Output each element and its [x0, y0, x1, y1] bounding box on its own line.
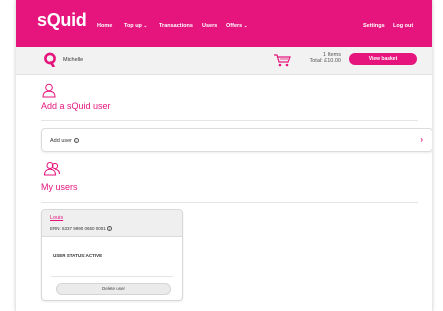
view-basket-button[interactable]: View basket — [349, 53, 417, 65]
top-header: sQuid Home Top up ⌄ Transactions Users O… — [16, 0, 432, 47]
basket-total: Total: £10.00 — [309, 58, 342, 65]
squid-logo[interactable]: sQuid — [37, 10, 87, 31]
nav-offers-label: Offers — [226, 23, 243, 29]
chevron-right-icon[interactable]: › — [420, 135, 423, 144]
nav-offers[interactable]: Offers ⌄ — [226, 23, 248, 29]
nav-users[interactable]: Users — [202, 23, 217, 29]
delete-user-button[interactable]: Delete user — [56, 283, 171, 295]
divider — [41, 120, 418, 121]
chevron-down-icon: ⌄ — [143, 23, 148, 28]
user-bar: Michelle 1 Items Total: £10.00 View bask… — [16, 47, 432, 75]
squid-q-icon — [44, 52, 56, 67]
basket-icon[interactable] — [273, 53, 291, 67]
add-user-label: Add user i — [50, 138, 79, 144]
nav-transactions[interactable]: Transactions — [159, 23, 193, 29]
user-card: Louis ERN: 6337 9990 0650 0001 i USER ST… — [41, 209, 183, 301]
add-user-row[interactable]: Add user i › — [41, 128, 432, 152]
my-users-title: My users — [41, 182, 78, 192]
user-ern-text: ERN: 6337 9990 0650 0001 — [50, 226, 106, 231]
nav-home[interactable]: Home — [97, 23, 112, 29]
user-card-header: Louis ERN: 6337 9990 0650 0001 i — [42, 210, 182, 237]
add-user-icon — [42, 83, 56, 98]
chevron-down-icon: ⌄ — [243, 23, 248, 28]
page: sQuid Home Top up ⌄ Transactions Users O… — [15, 0, 433, 311]
user-name-link[interactable]: Louis — [50, 215, 63, 221]
nav-logout[interactable]: Log out — [393, 23, 413, 29]
divider — [41, 202, 418, 203]
user-name: Michelle — [63, 57, 84, 63]
info-icon[interactable]: i — [107, 226, 113, 232]
add-user-title: Add a sQuid user — [41, 101, 111, 111]
user-status: USER STATUS:ACTIVE — [53, 253, 103, 258]
divider — [51, 276, 173, 277]
nav-topup[interactable]: Top up ⌄ — [124, 23, 147, 29]
nav-settings[interactable]: Settings — [363, 23, 385, 29]
info-icon[interactable]: i — [73, 138, 79, 144]
add-user-text: Add user — [50, 138, 73, 144]
nav-topup-label: Top up — [124, 23, 142, 29]
basket-summary: 1 Items Total: £10.00 — [305, 52, 342, 65]
users-group-icon — [43, 162, 60, 176]
user-ern: ERN: 6337 9990 0650 0001 i — [50, 226, 113, 232]
